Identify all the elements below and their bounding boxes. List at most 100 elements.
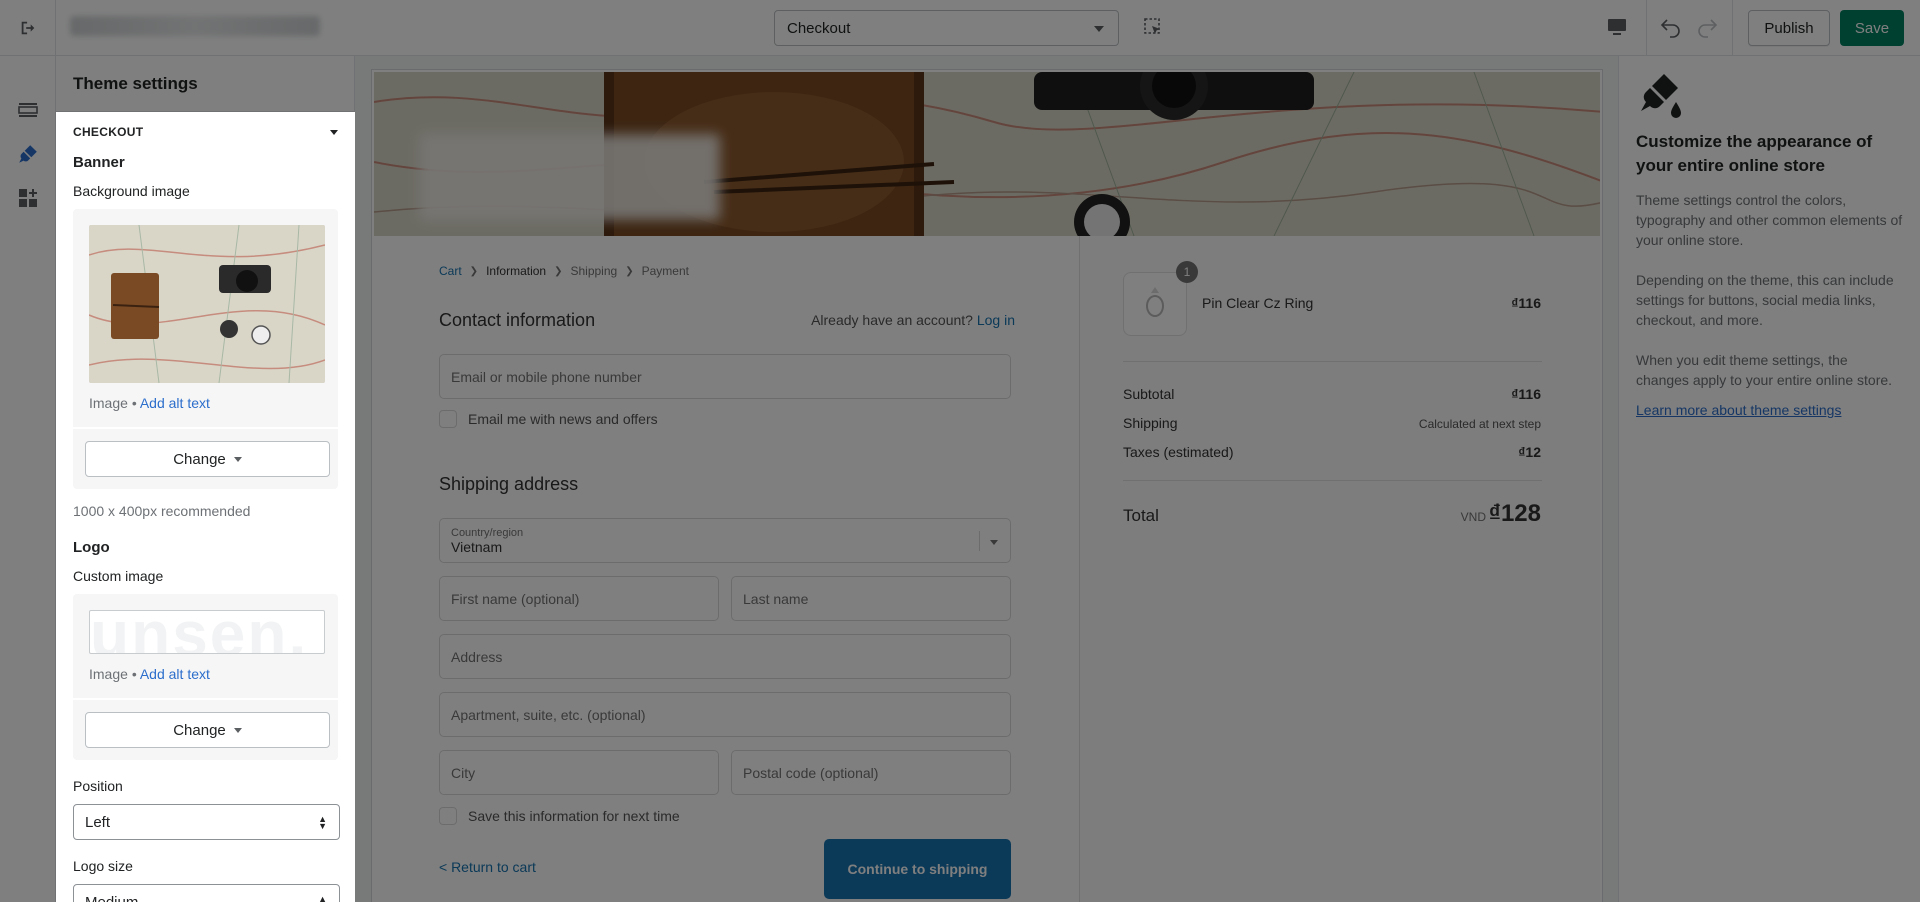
info-panel: Customize the appearance of your entire … — [1618, 56, 1920, 902]
bullet: • — [131, 395, 137, 411]
account-prompt-text: Already have an account? — [811, 312, 973, 328]
city-field[interactable]: City — [439, 750, 719, 795]
city-placeholder: City — [451, 764, 476, 781]
apartment-placeholder: Apartment, suite, etc. (optional) — [451, 706, 646, 723]
return-to-cart-link[interactable]: < Return to cart — [439, 859, 536, 875]
background-image-card: Image • Add alt text Change — [73, 209, 338, 489]
page-select-value: Checkout — [787, 19, 851, 37]
divider — [979, 531, 980, 551]
save-info-label: Save this information for next time — [468, 808, 680, 824]
country-value: Vietnam — [451, 538, 503, 555]
rail-apps-button[interactable] — [16, 186, 40, 210]
save-button[interactable]: Save — [1840, 10, 1904, 46]
change-label: Change — [173, 450, 226, 468]
shipping-label: Shipping — [1123, 415, 1178, 431]
product-thumbnail — [1123, 272, 1187, 336]
chevron-right-icon: ❯ — [469, 265, 479, 277]
redo-icon — [1698, 19, 1718, 38]
first-name-field[interactable]: First name (optional) — [439, 576, 719, 621]
first-name-placeholder: First name (optional) — [451, 590, 580, 607]
section-header-checkout[interactable]: CHECKOUT — [73, 112, 338, 152]
change-label: Change — [173, 721, 226, 739]
position-select[interactable]: Left ▲ ▼ — [73, 804, 340, 840]
caret-down-icon — [233, 456, 242, 462]
change-background-button[interactable]: Change — [85, 441, 330, 477]
info-paragraph: Theme settings control the colors, typog… — [1636, 192, 1903, 248]
chevron-down-icon — [990, 540, 998, 545]
product-price: ₫116 — [1511, 295, 1541, 311]
contact-heading: Contact information — [439, 310, 596, 330]
login-link[interactable]: Log in — [977, 312, 1015, 328]
paintbrush-icon — [1636, 72, 1903, 120]
caret-down-icon — [233, 727, 242, 733]
last-name-placeholder: Last name — [743, 590, 809, 607]
address-field[interactable]: Address — [439, 634, 1011, 679]
divider — [1732, 0, 1733, 56]
currency-code: VND — [1460, 510, 1486, 524]
apps-icon — [19, 189, 37, 207]
recommend-size-hint: 1000 x 400px recommended — [73, 503, 251, 519]
quantity-badge: 1 — [1176, 261, 1198, 283]
checkout-settings-panel: CHECKOUT Banner Background image Image •… — [56, 112, 355, 902]
checkout-main: Cart ❯ Information ❯ Shipping ❯ Payment … — [374, 236, 1079, 902]
info-title: Customize the appearance of your entire … — [1636, 132, 1873, 175]
postal-placeholder: Postal code (optional) — [743, 764, 879, 781]
country-select[interactable]: Country/region Vietnam — [439, 518, 1011, 563]
learn-more-link[interactable]: Learn more about theme settings — [1636, 402, 1841, 418]
left-rail — [0, 56, 56, 902]
select-arrows-icon: ▲▼ — [318, 894, 327, 902]
logo-size-label: Logo size — [73, 858, 133, 874]
add-alt-text-link[interactable]: Add alt text — [140, 666, 210, 682]
rail-sections-button[interactable] — [16, 98, 40, 122]
exit-button[interactable] — [0, 0, 56, 56]
postal-code-field[interactable]: Postal code (optional) — [731, 750, 1011, 795]
breadcrumb-cart[interactable]: Cart — [439, 264, 462, 278]
select-cursor-icon — [1144, 18, 1160, 34]
paintbrush-icon — [19, 145, 37, 163]
change-logo-button[interactable]: Change — [85, 712, 330, 748]
save-info-checkbox[interactable]: Save this information for next time — [439, 807, 680, 825]
background-image-meta: Image • Add alt text — [89, 395, 322, 411]
order-summary: 1 Pin Clear Cz Ring ₫116 Subtotal ₫116 S… — [1079, 236, 1600, 902]
logo-size-value: Medium — [85, 893, 139, 902]
logo-image-preview[interactable]: unsen. — [89, 610, 325, 654]
position-value: Left — [85, 813, 111, 831]
info-paragraph: When you edit theme settings, the change… — [1636, 352, 1893, 388]
undo-button[interactable] — [1659, 15, 1683, 42]
divider — [1123, 480, 1542, 481]
page-select[interactable]: Checkout — [774, 10, 1119, 46]
breadcrumb: Cart ❯ Information ❯ Shipping ❯ Payment — [439, 264, 689, 278]
background-image-preview[interactable] — [89, 225, 325, 383]
inspector-toggle[interactable] — [1143, 17, 1163, 40]
news-checkbox[interactable]: Email me with news and offers — [439, 410, 658, 428]
store-name — [70, 16, 320, 36]
checkbox[interactable] — [439, 807, 457, 825]
undo-icon — [1660, 19, 1680, 38]
sidebar-title: Theme settings — [56, 56, 354, 112]
desktop-icon — [1608, 19, 1626, 35]
background-image-thumbnail — [89, 225, 325, 383]
image-type: Image — [89, 395, 128, 411]
rail-theme-settings-button[interactable] — [16, 142, 40, 166]
account-prompt: Already have an account? Log in — [811, 312, 1015, 328]
email-field[interactable]: Email or mobile phone number — [439, 354, 1011, 399]
banner-heading: Banner — [73, 154, 125, 171]
news-checkbox-label: Email me with news and offers — [468, 411, 658, 427]
publish-button[interactable]: Publish — [1748, 10, 1830, 46]
taxes-value: ₫12 — [1518, 444, 1541, 460]
divider — [1123, 361, 1542, 362]
last-name-field[interactable]: Last name — [731, 576, 1011, 621]
sections-icon — [18, 103, 38, 117]
breadcrumb-shipping: Shipping — [570, 264, 618, 278]
add-alt-text-link[interactable]: Add alt text — [140, 395, 210, 411]
redo-button[interactable] — [1695, 15, 1719, 42]
apartment-field[interactable]: Apartment, suite, etc. (optional) — [439, 692, 1011, 737]
logo-size-select[interactable]: Medium ▲▼ — [73, 884, 340, 902]
checkbox[interactable] — [439, 410, 457, 428]
exit-icon — [21, 21, 34, 35]
desktop-view-button[interactable] — [1607, 17, 1627, 40]
continue-to-shipping-button[interactable]: Continue to shipping — [824, 839, 1011, 899]
background-image-label: Background image — [73, 183, 190, 199]
taxes-label: Taxes (estimated) — [1123, 444, 1234, 460]
breadcrumb-information: Information — [486, 264, 547, 278]
